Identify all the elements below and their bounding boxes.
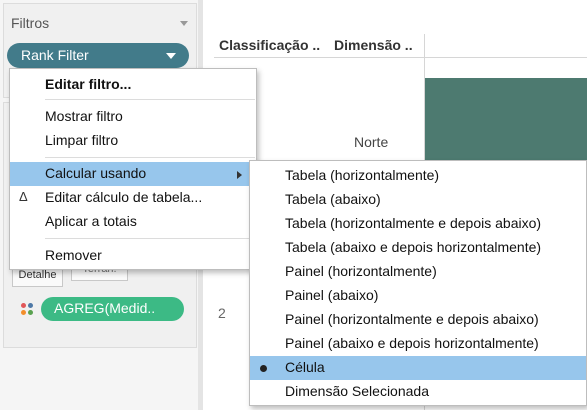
menu-separator [45, 99, 255, 100]
menu-item-apply-totals[interactable]: Aplicar a totais [10, 210, 256, 234]
submenu-item-table-down[interactable]: Tabela (abaixo) [250, 188, 586, 212]
context-menu: Editar filtro... Mostrar filtro Limpar f… [9, 68, 257, 270]
submenu-item-pane-down[interactable]: Painel (abaixo) [250, 284, 586, 308]
menu-item-label: Aplicar a totais [45, 213, 137, 229]
menu-item-edit-filter[interactable]: Editar filtro... [10, 73, 256, 97]
filters-title: Filtros [11, 15, 50, 31]
menu-item-remove[interactable]: Remover [10, 244, 256, 268]
submenu-item-label: Célula [285, 359, 325, 375]
menu-item-label: Editar cálculo de tabela... [45, 189, 203, 205]
submenu-item-label: Painel (horizontalmente e depois abaixo) [285, 311, 539, 327]
menu-separator [45, 238, 255, 239]
submenu-item-pane-down-then-across[interactable]: Painel (abaixo e depois horizontalmente) [250, 332, 586, 356]
menu-item-show-filter[interactable]: Mostrar filtro [10, 105, 256, 129]
submenu-item-pane-across[interactable]: Painel (horizontalmente) [250, 260, 586, 284]
column-header-classificacao[interactable]: Classificação .. [219, 37, 320, 53]
submenu-item-label: Tabela (abaixo e depois horizontalmente) [285, 239, 542, 255]
chevron-right-icon [237, 171, 242, 179]
submenu-item-label: Painel (horizontalmente) [285, 263, 437, 279]
menu-item-label: Mostrar filtro [45, 108, 123, 124]
submenu-item-label: Dimensão Selecionada [285, 383, 429, 399]
menu-item-compute-using[interactable]: Calcular usando [10, 162, 256, 186]
row-label-norte[interactable]: Norte [354, 134, 388, 150]
submenu-item-table-across[interactable]: Tabela (horizontalmente) [250, 164, 586, 188]
compute-using-submenu: Tabela (horizontalmente) Tabela (abaixo)… [249, 160, 587, 406]
chevron-down-icon[interactable] [166, 53, 176, 59]
menu-item-label: Editar filtro... [45, 76, 132, 92]
submenu-item-selected-dimension[interactable]: Dimensão Selecionada [250, 380, 586, 404]
menu-item-clear-filter[interactable]: Limpar filtro [10, 129, 256, 153]
detail-label: Detalhe [18, 269, 57, 281]
mark-cell[interactable] [425, 78, 587, 160]
submenu-item-label: Painel (abaixo e depois horizontalmente) [285, 335, 539, 351]
submenu-item-pane-across-then-down[interactable]: Painel (horizontalmente e depois abaixo) [250, 308, 586, 332]
delta-icon: Δ [19, 189, 28, 204]
column-header-dimensao[interactable]: Dimensão .. [334, 37, 413, 53]
submenu-item-table-down-then-across[interactable]: Tabela (abaixo e depois horizontalmente) [250, 236, 586, 260]
submenu-item-label: Painel (abaixo) [285, 287, 379, 303]
agg-pill-label: AGREG(Medid.. [54, 300, 156, 316]
menu-separator [45, 157, 255, 158]
submenu-item-cell[interactable]: Célula [250, 356, 586, 380]
row-number: 2 [218, 305, 226, 321]
rank-filter-label: Rank Filter [21, 47, 89, 63]
agg-measure-pill[interactable]: AGREG(Medid.. [41, 297, 184, 321]
submenu-item-label: Tabela (abaixo) [285, 191, 381, 207]
header-divider [214, 57, 587, 58]
menu-item-label: Limpar filtro [45, 132, 119, 148]
menu-item-edit-table-calc[interactable]: Δ Editar cálculo de tabela... [10, 186, 256, 210]
submenu-item-label: Tabela (horizontalmente e depois abaixo) [285, 215, 542, 231]
submenu-item-label: Tabela (horizontalmente) [285, 167, 440, 183]
menu-item-label: Remover [45, 247, 102, 263]
filters-dropdown-icon[interactable] [180, 21, 188, 26]
rank-filter-pill[interactable]: Rank Filter [7, 43, 189, 68]
color-dots-icon [21, 303, 33, 315]
menu-item-label: Calcular usando [45, 165, 147, 181]
selected-bullet-icon [260, 365, 267, 372]
submenu-item-table-across-then-down[interactable]: Tabela (horizontalmente e depois abaixo) [250, 212, 586, 236]
